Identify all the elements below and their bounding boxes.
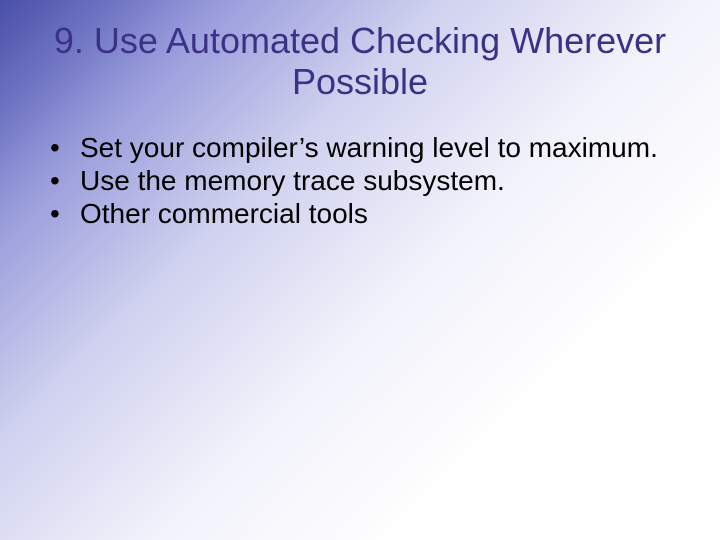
bullet-list: Set your compiler’s warning level to max… [40, 131, 680, 230]
list-item: Set your compiler’s warning level to max… [46, 131, 680, 164]
slide-title: 9. Use Automated Checking Wherever Possi… [40, 20, 680, 103]
slide: 9. Use Automated Checking Wherever Possi… [0, 0, 720, 540]
list-item: Other commercial tools [46, 197, 680, 230]
list-item: Use the memory trace subsystem. [46, 164, 680, 197]
